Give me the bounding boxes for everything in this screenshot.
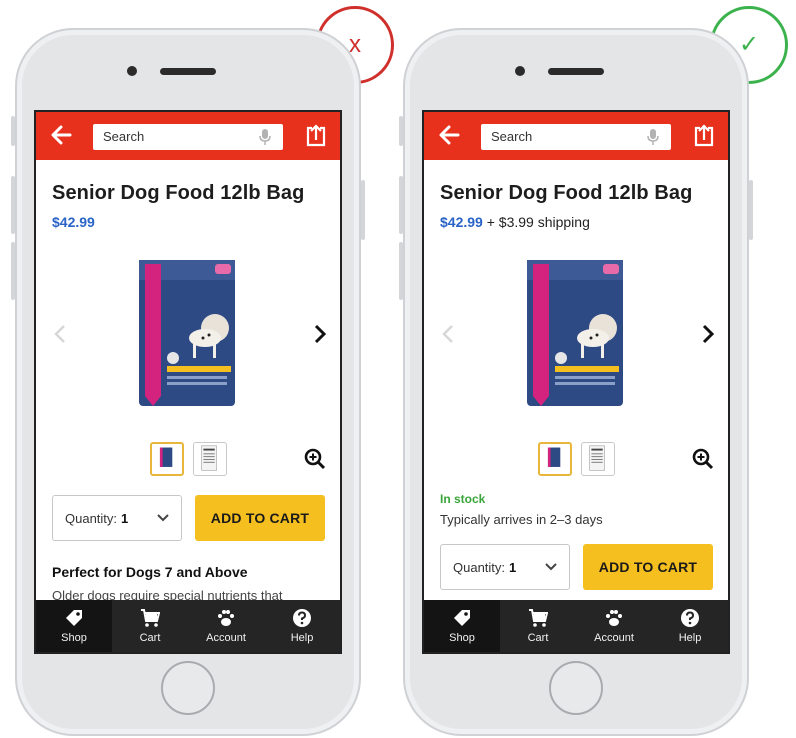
screen: Search Senior Dog Food 12lb Bag $42.99 +… [422, 110, 730, 654]
paw-icon [606, 610, 622, 626]
search-input[interactable]: Search [93, 124, 283, 150]
tab-help[interactable]: Help [652, 600, 728, 652]
quantity-label: Quantity: 1 [65, 511, 129, 526]
tab-label: Account [206, 632, 246, 644]
arrival-estimate: Typically arrives in 2–3 days [440, 512, 603, 527]
top-bar: Search [424, 112, 728, 160]
thumbnail-front[interactable] [538, 442, 572, 476]
phone-right: Search Senior Dog Food 12lb Bag $42.99 +… [399, 28, 753, 736]
tag-icon [66, 610, 82, 626]
price-row: $42.99 + $3.99 shipping [440, 214, 590, 230]
tag-icon [454, 610, 470, 626]
thumbnail-back[interactable] [193, 442, 227, 476]
next-image-icon[interactable] [702, 324, 714, 344]
paw-icon [218, 610, 234, 626]
tab-label: Cart [527, 632, 549, 644]
prev-image-icon[interactable] [442, 324, 454, 344]
product-image [527, 260, 623, 406]
tab-label: Cart [139, 632, 161, 644]
camera [127, 66, 137, 76]
cart-icon [141, 609, 160, 627]
quantity-value: 1 [121, 511, 129, 526]
help-icon [681, 609, 699, 627]
add-to-cart-button[interactable]: ADD TO CART [583, 544, 713, 590]
search-placeholder: Search [491, 129, 533, 144]
stock-status: In stock [440, 492, 486, 506]
product-price: $42.99 [440, 214, 483, 230]
tab-cart[interactable]: Cart [500, 600, 576, 652]
help-icon [293, 609, 311, 627]
zoom-in-icon[interactable] [304, 448, 326, 470]
description-title: Perfect for Dogs 7 and Above [52, 564, 248, 580]
tab-help[interactable]: Help [264, 600, 340, 652]
product-image [139, 260, 235, 406]
screen: Search Senior Dog Food 12lb Bag $42.99 Q… [34, 110, 342, 654]
quantity-value: 1 [509, 560, 517, 575]
tab-cart[interactable]: Cart [112, 600, 188, 652]
power-button [361, 180, 365, 240]
tab-shop[interactable]: Shop [424, 600, 500, 652]
quantity-select[interactable]: Quantity: 1 [440, 544, 570, 590]
share-icon[interactable] [692, 123, 716, 147]
tab-account[interactable]: Account [188, 600, 264, 652]
tab-bar: Shop Cart Account Help [424, 600, 728, 652]
product-title: Senior Dog Food 12lb Bag [440, 182, 693, 204]
tab-label: Shop [61, 632, 87, 644]
microphone-icon[interactable] [647, 128, 659, 146]
cart-icon [529, 609, 548, 627]
tab-label: Account [594, 632, 634, 644]
tab-bar: Shop Cart Account Help [36, 600, 340, 652]
microphone-icon[interactable] [259, 128, 271, 146]
zoom-in-icon[interactable] [692, 448, 714, 470]
shipping-cost: + $3.99 shipping [486, 214, 590, 230]
tab-label: Shop [449, 632, 475, 644]
back-arrow-icon[interactable] [50, 123, 72, 147]
next-image-icon[interactable] [314, 324, 326, 344]
thumbnail-front[interactable] [150, 442, 184, 476]
phone-left: Search Senior Dog Food 12lb Bag $42.99 Q… [11, 28, 365, 736]
share-icon[interactable] [304, 123, 328, 147]
prev-image-icon[interactable] [54, 324, 66, 344]
tab-account[interactable]: Account [576, 600, 652, 652]
home-button[interactable] [161, 661, 215, 715]
price-row: $42.99 [52, 214, 95, 230]
tab-label: Help [290, 632, 314, 644]
tab-label: Help [678, 632, 702, 644]
home-button[interactable] [549, 661, 603, 715]
thumbnail-back[interactable] [581, 442, 615, 476]
product-price: $42.99 [52, 214, 95, 230]
speaker [548, 68, 604, 75]
search-input[interactable]: Search [481, 124, 671, 150]
quantity-label: Quantity: 1 [453, 560, 517, 575]
speaker [160, 68, 216, 75]
quantity-select[interactable]: Quantity: 1 [52, 495, 182, 541]
tab-shop[interactable]: Shop [36, 600, 112, 652]
camera [515, 66, 525, 76]
add-to-cart-button[interactable]: ADD TO CART [195, 495, 325, 541]
chevron-down-icon [157, 514, 169, 522]
top-bar: Search [36, 112, 340, 160]
back-arrow-icon[interactable] [438, 123, 460, 147]
product-title: Senior Dog Food 12lb Bag [52, 182, 305, 204]
search-placeholder: Search [103, 129, 145, 144]
chevron-down-icon [545, 563, 557, 571]
power-button [749, 180, 753, 240]
